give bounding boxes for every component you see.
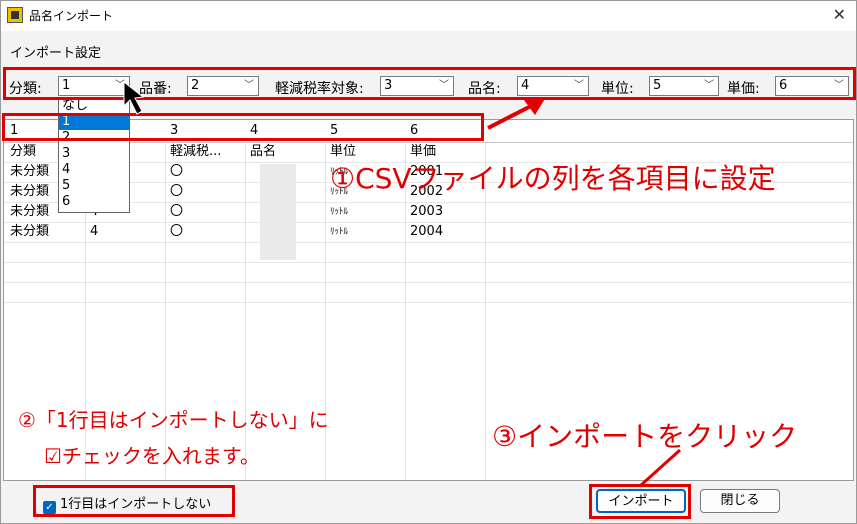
dropdown-option[interactable]: 5 (59, 178, 129, 194)
checkbox-label: 1行目はインポートしない (60, 497, 212, 512)
reduced-tax-combo-value: 3 (384, 78, 393, 93)
dropdown-option[interactable]: 4 (59, 162, 129, 178)
unit-price-combo[interactable]: 6 ﹀ (775, 76, 849, 96)
cell: ﾘｯﾄﾙ (330, 207, 349, 217)
import-button[interactable]: インポート (596, 489, 686, 513)
field-label-item-name: 品名: (468, 81, 501, 97)
chevron-down-icon: ﹀ (834, 80, 844, 91)
category-combo[interactable]: 1 ﹀ (58, 76, 130, 96)
column-number: 4 (250, 123, 259, 138)
window-title: 品名インポート (29, 9, 114, 23)
dropdown-option[interactable]: 2 (59, 130, 129, 146)
cell (244, 182, 324, 202)
skip-first-row-checkbox[interactable]: ✓ 1行目はインポートしない (43, 493, 211, 514)
item-name-combo-value: 4 (521, 78, 530, 93)
close-icon[interactable]: ✕ (833, 5, 846, 24)
chevron-down-icon: ﹀ (574, 80, 584, 91)
row-divider (4, 262, 853, 263)
item-number-combo-value: 2 (191, 78, 200, 93)
cell: 〇 (170, 184, 184, 199)
chevron-down-icon: ﹀ (244, 80, 254, 91)
item-name-combo[interactable]: 4 ﹀ (517, 76, 589, 96)
unit-combo[interactable]: 5 ﹀ (649, 76, 719, 96)
checkmark-icon: ✓ (43, 501, 56, 514)
reduced-tax-combo[interactable]: 3 ﹀ (380, 76, 454, 96)
row-divider (4, 242, 853, 243)
annotation-step2-line2: ☑チェックを入れます。 (44, 444, 260, 468)
annotation-step1: ①CSVファイルの列を各項目に設定 (330, 162, 776, 195)
column-number-row: 1 3 4 5 6 (4, 120, 853, 143)
cell (244, 162, 324, 182)
app-icon (7, 7, 23, 23)
category-combo-value: 1 (62, 78, 71, 93)
unit-price-combo-value: 6 (779, 78, 788, 93)
cell: 2003 (410, 204, 444, 219)
annotation-step3: ③インポートをクリック (492, 420, 798, 453)
row-divider (4, 282, 853, 283)
chevron-down-icon: ﹀ (439, 80, 449, 91)
row-divider (4, 302, 853, 303)
field-label-category: 分類: (9, 81, 42, 97)
cell (244, 202, 324, 222)
cell: 4 (90, 224, 99, 239)
annotation-step2-line1: ②「1行目はインポートしない」に (18, 408, 329, 432)
field-label-unit: 単位: (601, 81, 634, 97)
item-number-combo[interactable]: 2 ﹀ (187, 76, 259, 96)
column-number: 3 (170, 123, 179, 138)
category-dropdown-list[interactable]: なし 1 2 3 4 5 6 (58, 97, 130, 213)
field-label-reduced-tax: 軽減税率対象: (275, 81, 364, 97)
field-label-unit-price: 単価: (727, 81, 760, 97)
dropdown-option[interactable]: 6 (59, 194, 129, 210)
cell: 〇 (170, 164, 184, 179)
close-button[interactable]: 閉じる (700, 489, 780, 513)
column-number: 6 (410, 123, 419, 138)
cell (244, 222, 324, 242)
dropdown-option[interactable]: なし (59, 98, 129, 114)
dropdown-option-selected[interactable]: 1 (59, 114, 129, 130)
chevron-down-icon: ﹀ (115, 80, 125, 91)
cell: 〇 (170, 204, 184, 219)
chevron-down-icon: ﹀ (704, 80, 714, 91)
cell: 〇 (170, 224, 184, 239)
cell: 品名 (250, 144, 277, 159)
cell: 2004 (410, 224, 444, 239)
cell: 未分類 (10, 224, 50, 239)
unit-combo-value: 5 (653, 78, 662, 93)
column-number: 5 (330, 123, 339, 138)
field-label-item-number: 品番: (139, 81, 172, 97)
cell: 軽減税... (170, 144, 222, 159)
title-bar: 品名インポート ✕ (1, 1, 856, 31)
section-label: インポート設定 (10, 46, 102, 61)
dropdown-option[interactable]: 3 (59, 146, 129, 162)
cell: ﾘｯﾄﾙ (330, 227, 349, 237)
